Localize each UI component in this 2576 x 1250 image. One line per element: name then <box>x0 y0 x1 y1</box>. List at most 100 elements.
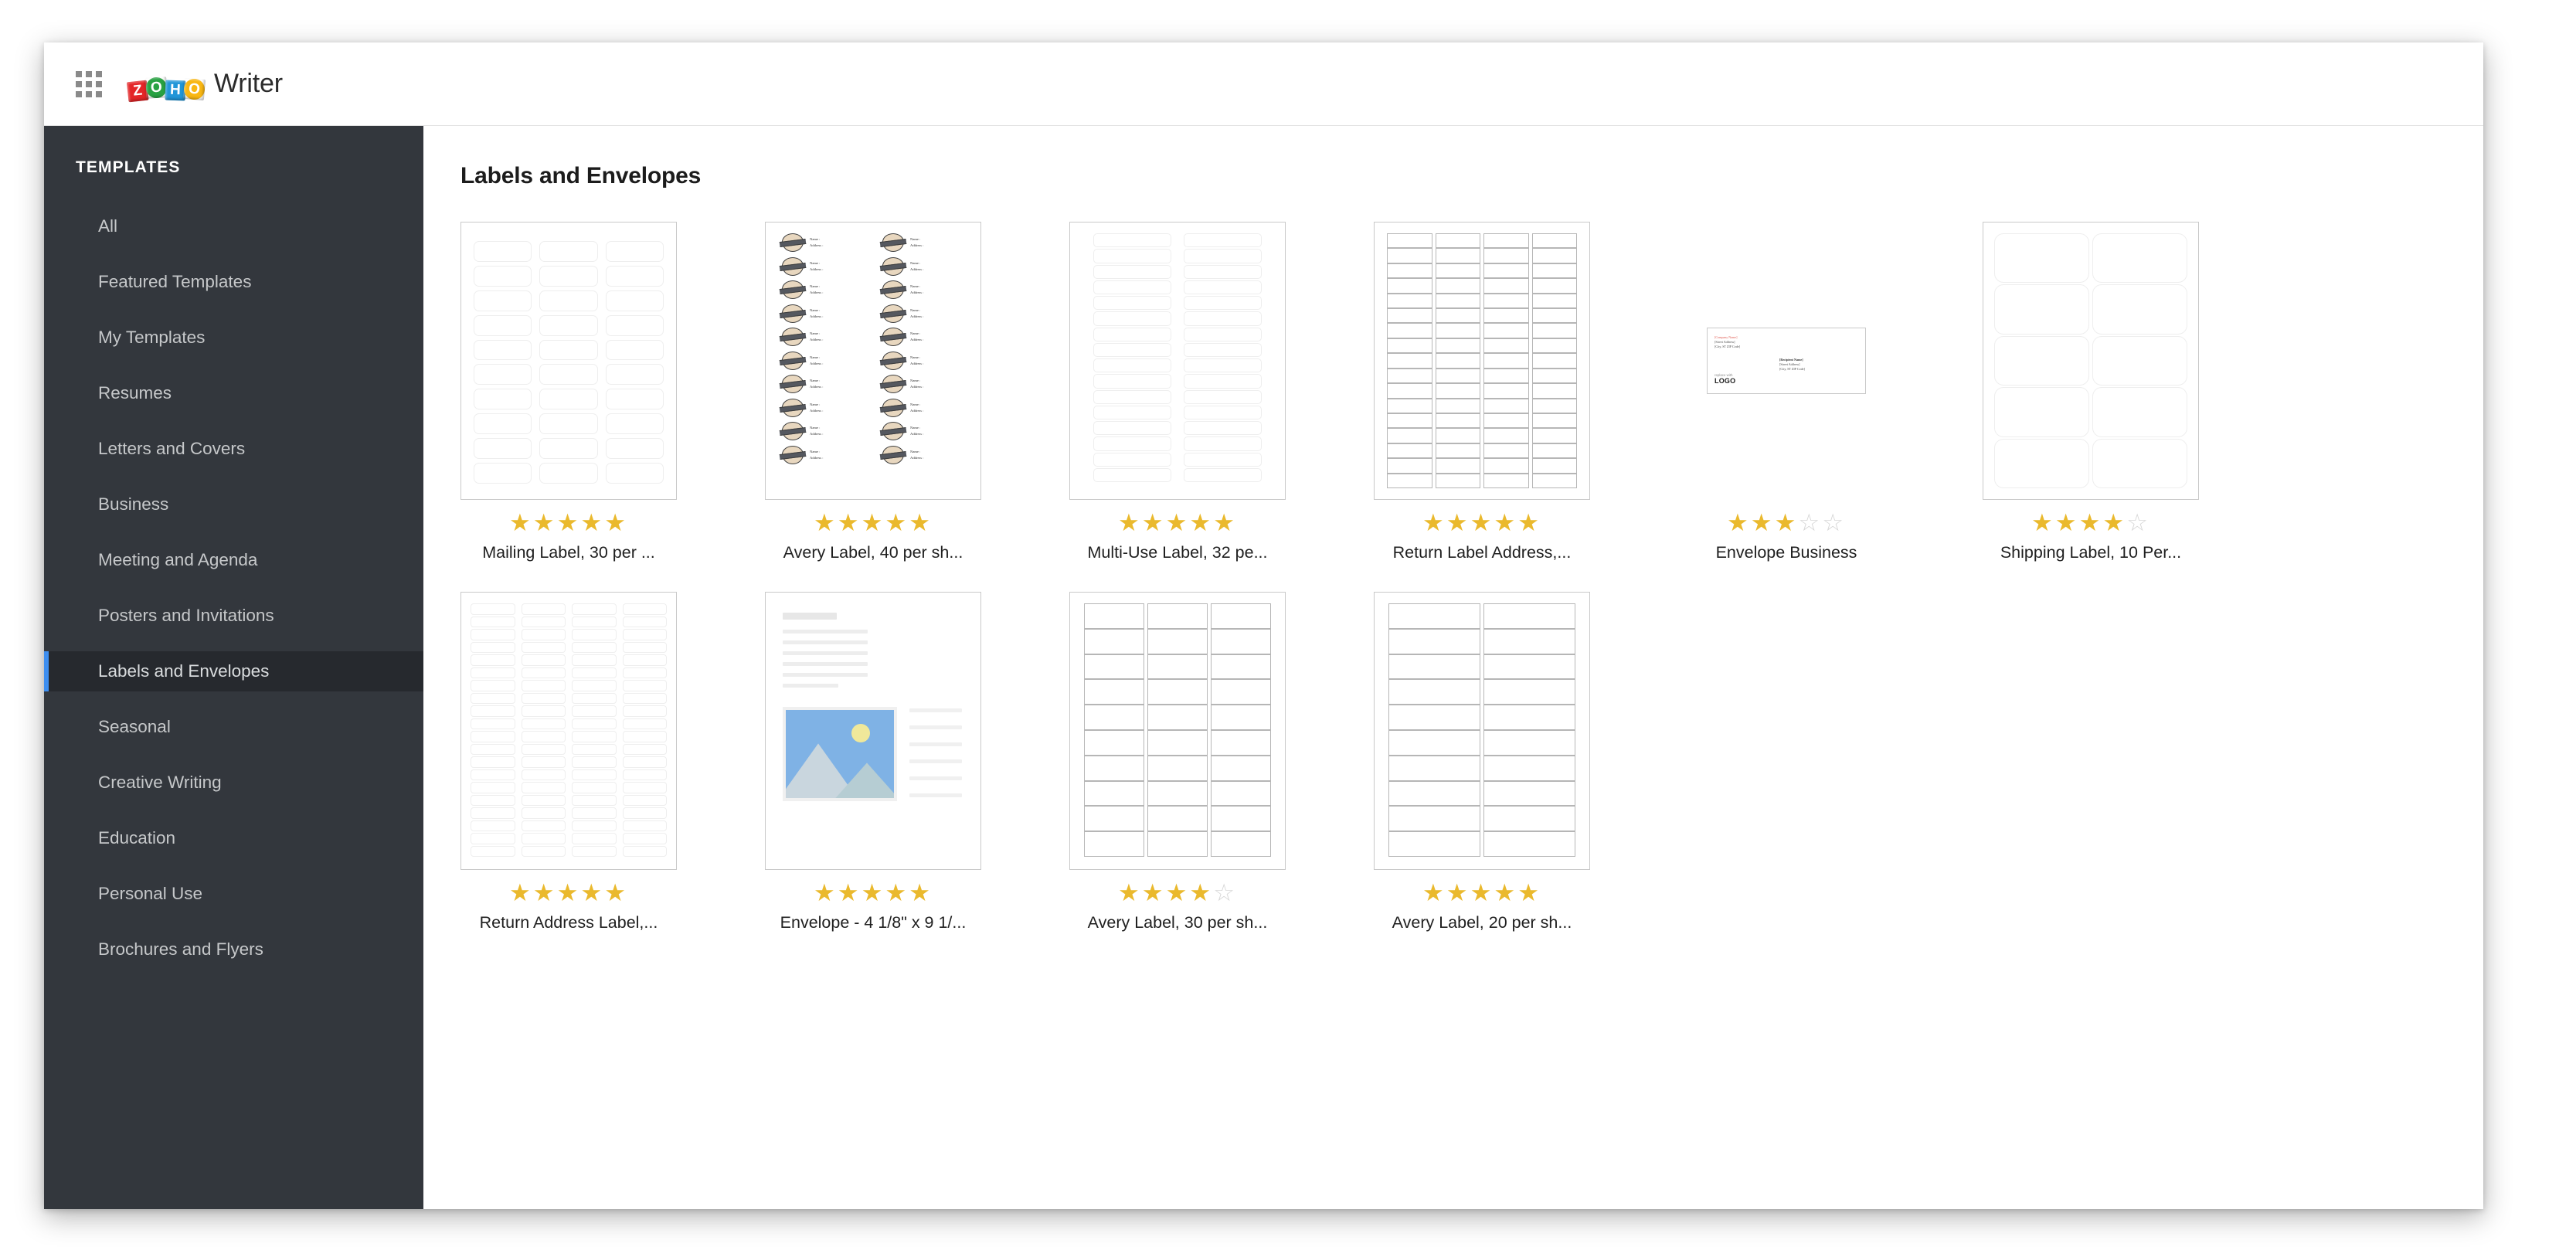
template-title: Mailing Label, 30 per ... <box>482 543 655 562</box>
label-cell <box>1531 353 1577 369</box>
sidebar-item-labels-and-envelopes[interactable]: Labels and Envelopes <box>44 651 423 691</box>
label-cell <box>572 616 617 627</box>
template-thumbnail[interactable] <box>1374 592 1590 870</box>
avery-label-item: Name : Address : <box>779 351 823 370</box>
template-card[interactable]: ★★★★★ Return Label Address,... <box>1374 222 1678 562</box>
label-cell-grid <box>1387 233 1577 488</box>
avery-name-label: Name : <box>910 331 921 336</box>
avery-label-text: Name : Address : <box>810 236 823 249</box>
sidebar-item-my-templates[interactable]: My Templates <box>44 318 423 358</box>
label-cell <box>1531 323 1577 338</box>
template-thumbnail[interactable] <box>1374 222 1590 500</box>
sidebar-item-brochures-and-flyers[interactable]: Brochures and Flyers <box>44 929 423 970</box>
label-cell <box>521 820 566 831</box>
envelope-recipient-block: [Recipient Name] [Street Address] [City, S… <box>1779 358 1805 372</box>
rating-stars[interactable]: ★★★★★ <box>1069 511 1286 535</box>
sidebar-item-posters-and-invitations[interactable]: Posters and Invitations <box>44 596 423 636</box>
brand-link[interactable]: Z O H O Writer <box>126 69 283 102</box>
template-thumbnail-sheet <box>460 592 677 870</box>
rating-stars[interactable]: ★★★★★ <box>765 881 981 905</box>
grid-apps-icon[interactable] <box>76 70 102 97</box>
avery-address-label: Address : <box>810 455 824 460</box>
label-cell <box>1387 263 1432 279</box>
label-cell <box>1093 327 1171 341</box>
star-icon: ★ <box>1165 509 1190 536</box>
sidebar-item-education[interactable]: Education <box>44 818 423 858</box>
rating-stars[interactable]: ★★★★★ <box>460 881 677 905</box>
star-icon: ★ <box>1750 509 1775 536</box>
template-thumbnail[interactable] <box>460 592 677 870</box>
label-cell <box>1184 436 1262 451</box>
label-cell <box>521 731 566 742</box>
sidebar-item-all[interactable]: All <box>44 206 423 246</box>
sidebar-item-personal-use[interactable]: Personal Use <box>44 874 423 914</box>
label-cell <box>1093 296 1171 311</box>
label-cell <box>1388 603 1480 629</box>
label-cell <box>1147 780 1208 807</box>
label-cell <box>1483 353 1529 369</box>
template-thumbnail[interactable] <box>1069 592 1286 870</box>
avery-label-text: Name : Address : <box>910 260 923 273</box>
envelope-sender-city: [City, ST ZIP Code] <box>1715 344 1740 348</box>
label-cell <box>1483 831 1575 857</box>
label-cell <box>1388 755 1480 781</box>
sidebar-item-meeting-and-agenda[interactable]: Meeting and Agenda <box>44 540 423 580</box>
sidebar-item-creative-writing[interactable]: Creative Writing <box>44 763 423 803</box>
template-card[interactable]: ★★★★★ Envelope - 4 1/8" x 9 1/... <box>765 592 1069 932</box>
label-cell <box>1147 806 1208 832</box>
template-card[interactable]: ★★★★★ Mailing Label, 30 per ... <box>460 222 765 562</box>
template-card[interactable]: ★★★★★ Multi-Use Label, 32 pe... <box>1069 222 1374 562</box>
label-cell <box>1483 413 1529 429</box>
template-card[interactable]: [Company Name] [Street Address] [City, ST … <box>1678 222 1983 562</box>
sidebar-item-label: Education <box>98 828 176 847</box>
star-icon: ★ <box>909 879 933 906</box>
template-card[interactable]: ★★★★☆ Shipping Label, 10 Per... <box>1983 222 2287 562</box>
rating-stars[interactable]: ★★★★★ <box>1374 881 1590 905</box>
sidebar-item-business[interactable]: Business <box>44 484 423 525</box>
zoho-logo-letter-o1: O <box>145 76 168 99</box>
label-cell <box>1387 233 1432 249</box>
sidebar-item-seasonal[interactable]: Seasonal <box>44 707 423 747</box>
template-thumbnail[interactable] <box>765 592 981 870</box>
label-cell <box>1483 705 1575 730</box>
label-cell <box>605 438 664 460</box>
rating-stars[interactable]: ★★★☆☆ <box>1678 511 1895 535</box>
template-card[interactable]: Name : Address : Name : Address : Name : Addr… <box>765 222 1069 562</box>
label-cell <box>471 654 515 666</box>
sidebar-item-resumes[interactable]: Resumes <box>44 373 423 413</box>
template-thumbnail[interactable] <box>1983 222 2199 500</box>
template-thumbnail[interactable] <box>1069 222 1286 500</box>
template-card[interactable]: ★★★★★ Avery Label, 20 per sh... <box>1374 592 1678 932</box>
template-title: Envelope Business <box>1715 543 1857 562</box>
template-thumbnail[interactable] <box>460 222 677 500</box>
rating-stars[interactable]: ★★★★★ <box>765 511 981 535</box>
template-card[interactable]: ★★★★☆ Avery Label, 30 per sh... <box>1069 592 1374 932</box>
label-cell <box>1387 473 1432 488</box>
rating-stars[interactable]: ★★★★☆ <box>1983 511 2199 535</box>
label-cell <box>1483 755 1575 781</box>
rating-stars[interactable]: ★★★★☆ <box>1069 881 1286 905</box>
label-cell <box>1147 603 1208 629</box>
rating-stars[interactable]: ★★★★★ <box>460 511 677 535</box>
rating-stars[interactable]: ★★★★★ <box>1374 511 1590 535</box>
sidebar-item-featured-templates[interactable]: Featured Templates <box>44 262 423 302</box>
label-cell <box>521 782 566 793</box>
label-cell <box>622 794 667 806</box>
template-card[interactable]: ★★★★★ Return Address Label,... <box>460 592 765 932</box>
sidebar-item-letters-and-covers[interactable]: Letters and Covers <box>44 429 423 469</box>
avery-address-label: Address : <box>810 290 824 294</box>
label-cell <box>572 743 617 755</box>
label-cell <box>471 718 515 729</box>
label-cell <box>1184 264 1262 279</box>
star-icon: ★ <box>1118 879 1142 906</box>
label-cell <box>1387 443 1432 459</box>
label-cell <box>474 463 532 484</box>
label-cell-grid <box>474 241 664 484</box>
template-thumbnail[interactable]: Name : Address : Name : Address : Name : Addr… <box>765 222 981 500</box>
label-cell <box>474 339 532 361</box>
avery-name-label: Name : <box>910 237 921 242</box>
label-cell <box>1211 806 1271 832</box>
avery-name-label: Name : <box>910 402 921 406</box>
label-cell <box>1084 806 1144 832</box>
template-thumbnail[interactable]: [Company Name] [Street Address] [City, ST … <box>1678 222 1895 500</box>
